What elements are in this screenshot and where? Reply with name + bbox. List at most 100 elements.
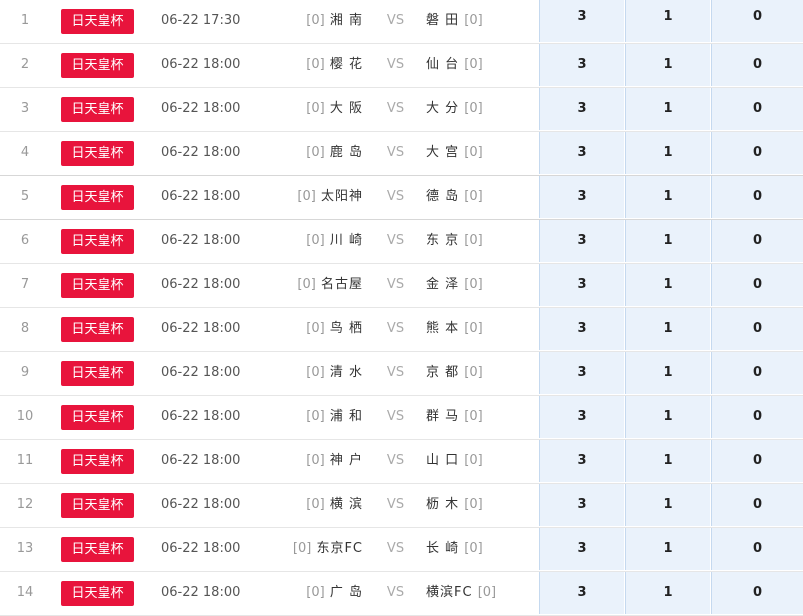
home-team[interactable]: [0] 川 崎 [250,220,363,262]
away-team-name: 山 口 [426,453,460,468]
odds-win-cell[interactable]: 3 [539,132,624,174]
home-team[interactable]: [0] 清 水 [250,352,363,394]
league-badge[interactable]: 日天皇杯 [61,53,134,78]
league-badge[interactable]: 日天皇杯 [61,361,134,386]
odds-draw-cell[interactable]: 1 [625,220,710,262]
league-badge[interactable]: 日天皇杯 [61,317,134,342]
away-team-rank: [0] [464,541,483,556]
home-team[interactable]: [0] 湘 南 [250,0,363,42]
odds-loss-cell[interactable]: 0 [711,396,803,438]
away-team[interactable]: 金 泽 [0] [426,264,538,306]
odds-draw-cell[interactable]: 1 [625,440,710,482]
home-team[interactable]: [0] 神 户 [250,440,363,482]
home-team-name: 浦 和 [329,409,363,424]
odds-draw-cell[interactable]: 1 [625,0,710,42]
league-badge[interactable]: 日天皇杯 [61,185,134,210]
match-row: 14 日天皇杯 06-22 18:00 [0] 广 岛 VS 横滨FC [0] … [0,572,803,616]
home-team[interactable]: [0] 名古屋 [250,264,363,306]
league-badge[interactable]: 日天皇杯 [61,97,134,122]
home-team[interactable]: [0] 浦 和 [250,396,363,438]
home-team[interactable]: [0] 横 滨 [250,484,363,526]
odds-loss-cell[interactable]: 0 [711,264,803,306]
match-row: 1 日天皇杯 06-22 17:30 [0] 湘 南 VS 磐 田 [0] 3 … [0,0,803,44]
away-team[interactable]: 德 岛 [0] [426,176,538,218]
odds-loss-cell[interactable]: 0 [711,572,803,614]
odds-win-cell[interactable]: 3 [539,440,624,482]
odds-win-cell[interactable]: 3 [539,44,624,86]
away-team-name: 熊 本 [426,321,460,336]
vs-label: VS [386,585,405,600]
home-team-rank: [0] [306,453,325,468]
away-team[interactable]: 长 崎 [0] [426,528,538,570]
odds-draw-cell[interactable]: 1 [625,88,710,130]
home-team[interactable]: [0] 大 阪 [250,88,363,130]
league-badge[interactable]: 日天皇杯 [61,9,134,34]
odds-draw-cell[interactable]: 1 [625,176,710,218]
odds-loss-cell[interactable]: 0 [711,220,803,262]
odds-loss-cell[interactable]: 0 [711,176,803,218]
odds-loss-cell[interactable]: 0 [711,44,803,86]
odds-loss-cell[interactable]: 0 [711,88,803,130]
odds-draw-cell[interactable]: 1 [625,308,710,350]
away-team[interactable]: 东 京 [0] [426,220,538,262]
odds-win-cell[interactable]: 3 [539,308,624,350]
odds-loss-cell[interactable]: 0 [711,352,803,394]
odds-draw-cell[interactable]: 1 [625,572,710,614]
odds-win-cell[interactable]: 3 [539,528,624,570]
away-team[interactable]: 磐 田 [0] [426,0,538,42]
odds-loss-cell[interactable]: 0 [711,0,803,42]
away-team[interactable]: 熊 本 [0] [426,308,538,350]
league-badge[interactable]: 日天皇杯 [61,141,134,166]
away-team[interactable]: 仙 台 [0] [426,44,538,86]
odds-win-cell[interactable]: 3 [539,352,624,394]
odds-loss-cell[interactable]: 0 [711,308,803,350]
odds-draw-cell[interactable]: 1 [625,396,710,438]
odds-win-cell[interactable]: 3 [539,176,624,218]
odds-draw-cell[interactable]: 1 [625,528,710,570]
odds-loss-cell[interactable]: 0 [711,440,803,482]
match-row: 13 日天皇杯 06-22 18:00 [0] 东京FC VS 长 崎 [0] … [0,528,803,572]
league-badge[interactable]: 日天皇杯 [61,405,134,430]
odds-loss-cell[interactable]: 0 [711,132,803,174]
away-team[interactable]: 枥 木 [0] [426,484,538,526]
match-index: 12 [16,497,34,512]
odds-loss-cell[interactable]: 0 [711,484,803,526]
odds-draw-cell[interactable]: 1 [625,484,710,526]
home-team[interactable]: [0] 鹿 岛 [250,132,363,174]
away-team[interactable]: 大 分 [0] [426,88,538,130]
home-team-rank: [0] [306,233,325,248]
league-badge[interactable]: 日天皇杯 [61,273,134,298]
odds-win-cell[interactable]: 3 [539,88,624,130]
odds-win-cell[interactable]: 3 [539,572,624,614]
odds-loss-cell[interactable]: 0 [711,528,803,570]
odds-draw-cell[interactable]: 1 [625,264,710,306]
odds-win-cell[interactable]: 3 [539,396,624,438]
odds-draw-cell[interactable]: 1 [625,44,710,86]
league-badge[interactable]: 日天皇杯 [61,493,134,518]
match-row: 11 日天皇杯 06-22 18:00 [0] 神 户 VS 山 口 [0] 3… [0,440,803,484]
league-badge[interactable]: 日天皇杯 [61,229,134,254]
odds-win-cell[interactable]: 3 [539,220,624,262]
home-team[interactable]: [0] 太阳神 [250,176,363,218]
league-badge[interactable]: 日天皇杯 [61,449,134,474]
away-team[interactable]: 横滨FC [0] [426,572,538,614]
odds-win-cell[interactable]: 3 [539,484,624,526]
odds-win-cell[interactable]: 3 [539,0,624,42]
league-badge[interactable]: 日天皇杯 [61,581,134,606]
home-team[interactable]: [0] 鸟 栖 [250,308,363,350]
odds-win-cell[interactable]: 3 [539,264,624,306]
home-team[interactable]: [0] 樱 花 [250,44,363,86]
away-team[interactable]: 大 宫 [0] [426,132,538,174]
vs-label: VS [386,101,405,116]
home-team[interactable]: [0] 东京FC [250,528,363,570]
vs-label: VS [386,277,405,292]
odds-draw-cell[interactable]: 1 [625,132,710,174]
home-team-rank: [0] [306,585,325,600]
home-team[interactable]: [0] 广 岛 [250,572,363,614]
away-team[interactable]: 群 马 [0] [426,396,538,438]
away-team-rank: [0] [464,409,483,424]
away-team[interactable]: 山 口 [0] [426,440,538,482]
odds-draw-cell[interactable]: 1 [625,352,710,394]
away-team[interactable]: 京 都 [0] [426,352,538,394]
league-badge[interactable]: 日天皇杯 [61,537,134,562]
